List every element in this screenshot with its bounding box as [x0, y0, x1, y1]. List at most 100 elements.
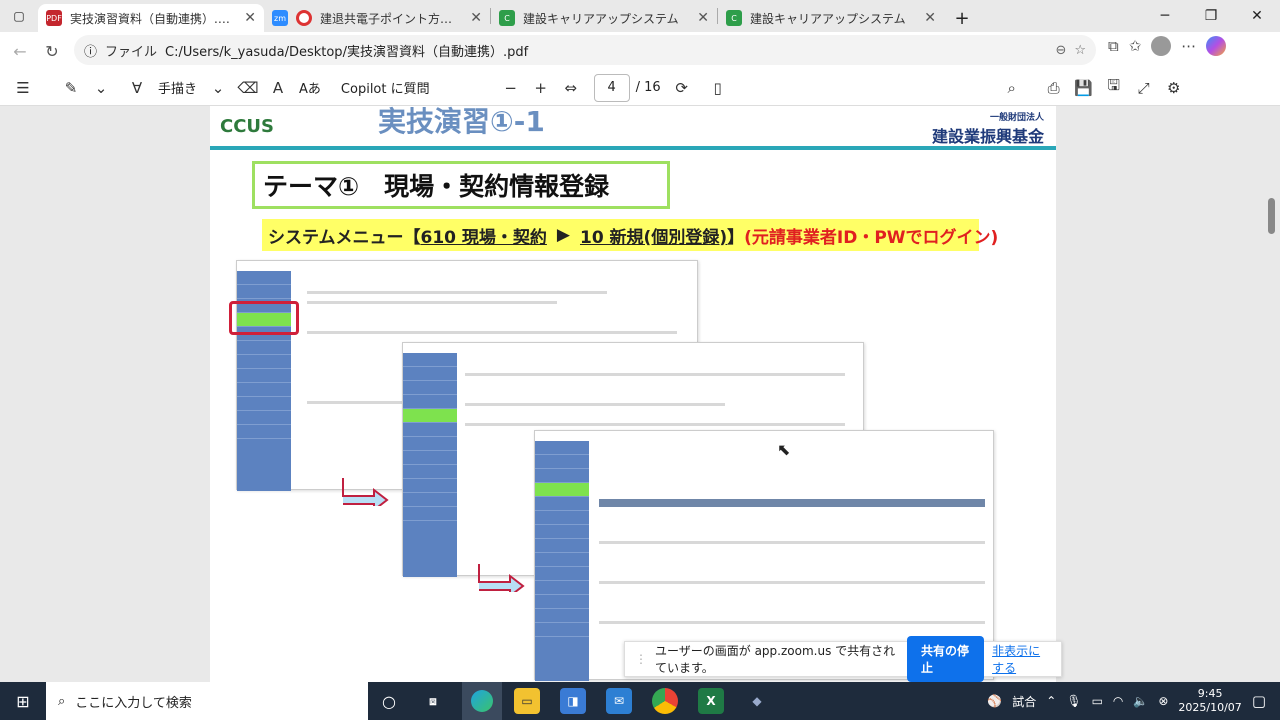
fullscreen-icon[interactable]: ⤢: [1129, 74, 1159, 102]
tab-title: 建設キャリアアップシステム: [750, 11, 906, 26]
zoom-share-bar: ⋮ ユーザーの画面が app.zoom.us で共有されています。 共有の停止 …: [624, 636, 1062, 682]
copilot-ask-button[interactable]: Copilot に質問: [335, 78, 436, 97]
contents-icon[interactable]: ☰: [8, 74, 38, 102]
close-window-icon[interactable]: ✕: [1234, 0, 1280, 32]
zoom-out-button[interactable]: −: [496, 74, 526, 102]
save-as-icon[interactable]: 🖫: [1099, 74, 1129, 102]
taskbar-search[interactable]: ⌕ ここに入力して検索: [46, 682, 368, 720]
print-icon[interactable]: ⎙: [1039, 74, 1069, 102]
zoom-icon: zm: [272, 10, 288, 26]
task-view-icon[interactable]: ⧈: [420, 688, 446, 714]
microphone-icon[interactable]: 🎙: [1066, 694, 1081, 708]
pdf-viewer[interactable]: CCUS 実技演習①-1 一般財団法人 建設業振興基金 テーマ① 現場・契約情報…: [0, 106, 1280, 682]
chevron-down-icon[interactable]: ⌄: [86, 74, 116, 102]
back-icon[interactable]: ←: [4, 35, 36, 67]
copilot-icon[interactable]: [1206, 36, 1227, 56]
cortana-icon[interactable]: ○: [376, 688, 402, 714]
minimize-icon[interactable]: ─: [1142, 0, 1188, 32]
rotate-icon[interactable]: ⟳: [667, 74, 697, 102]
windows-start-icon[interactable]: ⊞: [0, 682, 46, 720]
taskbar: ⊞ ⌕ ここに入力して検索 ○ ⧈ ▭ ◨ ✉ X ◆ ⚾ 試合 ⌃ 🎙 ▭ ◠…: [0, 682, 1280, 720]
tab-ccus-1[interactable]: C 建設キャリアアップシステム ✕: [491, 4, 717, 32]
menu-arrow: ▶: [556, 225, 570, 245]
ccus-icon: C: [499, 10, 515, 26]
read-aloud-button[interactable]: Aあ: [293, 78, 327, 97]
settings-icon[interactable]: ⚙: [1159, 74, 1189, 102]
org-type: 一般財団法人: [989, 113, 1044, 123]
mail-icon[interactable]: ✉: [606, 688, 632, 714]
close-icon[interactable]: ✕: [244, 10, 256, 26]
ime-label[interactable]: 試合: [1012, 693, 1036, 710]
chevron-up-icon[interactable]: ⌃: [1046, 694, 1056, 708]
chevron-down-icon[interactable]: ⌄: [203, 74, 233, 102]
draw-label[interactable]: 手描き: [152, 78, 203, 97]
tab-pdf[interactable]: PDF 実技演習資料（自動連携）.pdf ✕: [38, 4, 264, 32]
menu-bracket: 】: [727, 227, 745, 248]
volume-icon[interactable]: 🔈: [1133, 694, 1148, 708]
address-scheme-label: ファイル: [105, 44, 158, 60]
tab-bar: ▢ PDF 実技演習資料（自動連携）.pdf ✕ zm 建退共電子ポイント方式操…: [0, 0, 1280, 32]
fit-width-icon[interactable]: ⇔: [556, 74, 586, 102]
clock-time: 9:45: [1197, 687, 1223, 700]
close-icon[interactable]: ✕: [697, 10, 709, 26]
eraser-icon[interactable]: ⌫: [233, 74, 263, 102]
battery-icon[interactable]: ▭: [1092, 694, 1103, 708]
slide-header: CCUS 実技演習①-1 一般財団法人 建設業振興基金: [210, 106, 1056, 150]
clock-date: 2025/10/07: [1178, 701, 1242, 714]
store-icon[interactable]: ◨: [560, 688, 586, 714]
scrollbar-thumb[interactable]: [1268, 198, 1275, 234]
notification-icon[interactable]: ▢: [1252, 692, 1266, 710]
theme-heading: テーマ① 現場・契約情報登録: [252, 161, 670, 209]
tab-title: 建設キャリアアップシステム: [523, 11, 679, 26]
close-icon[interactable]: ✕: [924, 10, 936, 26]
window-controls: ─ ❐ ✕: [1142, 0, 1280, 32]
system-tray: ⚾ 試合 ⌃ 🎙 ▭ ◠ 🔈 ⊗ 9:45 2025/10/07 ▢: [987, 682, 1280, 720]
clock[interactable]: 9:45 2025/10/07: [1178, 687, 1241, 715]
refresh-icon[interactable]: ↻: [36, 35, 68, 67]
close-icon[interactable]: ✕: [470, 10, 482, 26]
scrollbar[interactable]: [1264, 106, 1280, 682]
address-bar-row: ← ↻ ⓘ ファイル C:/Users/k_yasuda/Desktop/実技演…: [0, 32, 1280, 70]
tab-zoom[interactable]: zm 建退共電子ポイント方式操作説 ✕: [264, 4, 490, 32]
menu-note: (元請事業者ID・PWでログイン): [744, 227, 999, 248]
chrome-icon[interactable]: [652, 688, 678, 714]
wifi-icon[interactable]: ◠: [1113, 694, 1123, 708]
hide-share-bar-link[interactable]: 非表示にする: [992, 642, 1051, 676]
draw-icon[interactable]: ∀: [122, 74, 152, 102]
save-icon[interactable]: 💾: [1069, 74, 1099, 102]
zoom-in-button[interactable]: +: [526, 74, 556, 102]
extensions-icon[interactable]: ⧉: [1108, 37, 1119, 55]
highlight-icon[interactable]: ✎: [56, 74, 86, 102]
more-icon[interactable]: ⋯: [1181, 37, 1196, 55]
text-icon[interactable]: A: [263, 74, 293, 102]
app-icon[interactable]: ◆: [744, 688, 770, 714]
avatar[interactable]: [1151, 36, 1172, 56]
edge-icon[interactable]: [462, 682, 502, 720]
menu-link-10: 10 新規(個別登録): [579, 227, 728, 248]
status-icon[interactable]: ⊗: [1158, 694, 1168, 708]
favorite-star-icon[interactable]: ☆: [1074, 43, 1086, 58]
menu-link-610: 610 現場・契約: [420, 227, 547, 248]
text-line: [465, 373, 845, 376]
page-view-icon[interactable]: ▯: [703, 74, 733, 102]
text-line: [465, 403, 725, 406]
search-icon[interactable]: ⌕: [997, 74, 1027, 102]
zoom-out-icon[interactable]: ⊖: [1055, 43, 1066, 58]
pdf-page: CCUS 実技演習①-1 一般財団法人 建設業振興基金 テーマ① 現場・契約情報…: [210, 106, 1056, 682]
restore-icon[interactable]: ❐: [1188, 0, 1234, 32]
arrow-icon: [478, 564, 525, 592]
tab-actions-icon[interactable]: ▢: [0, 0, 38, 32]
new-tab-button[interactable]: +: [944, 4, 980, 32]
menu-prefix: システムメニュー【: [268, 227, 421, 248]
stop-share-button[interactable]: 共有の停止: [907, 636, 985, 682]
excel-icon[interactable]: X: [698, 688, 724, 714]
drag-handle-icon[interactable]: ⋮: [635, 652, 647, 666]
ccus-icon: C: [726, 10, 742, 26]
favorites-icon[interactable]: ✩: [1129, 37, 1142, 55]
mlb-icon[interactable]: ⚾: [987, 694, 1002, 708]
screenshot-sidebar: [403, 353, 457, 577]
page-number-input[interactable]: 4: [593, 73, 630, 102]
address-bar[interactable]: ⓘ ファイル C:/Users/k_yasuda/Desktop/実技演習資料（…: [74, 35, 1096, 65]
tab-ccus-2[interactable]: C 建設キャリアアップシステム ✕: [718, 4, 944, 32]
file-explorer-icon[interactable]: ▭: [514, 688, 540, 714]
